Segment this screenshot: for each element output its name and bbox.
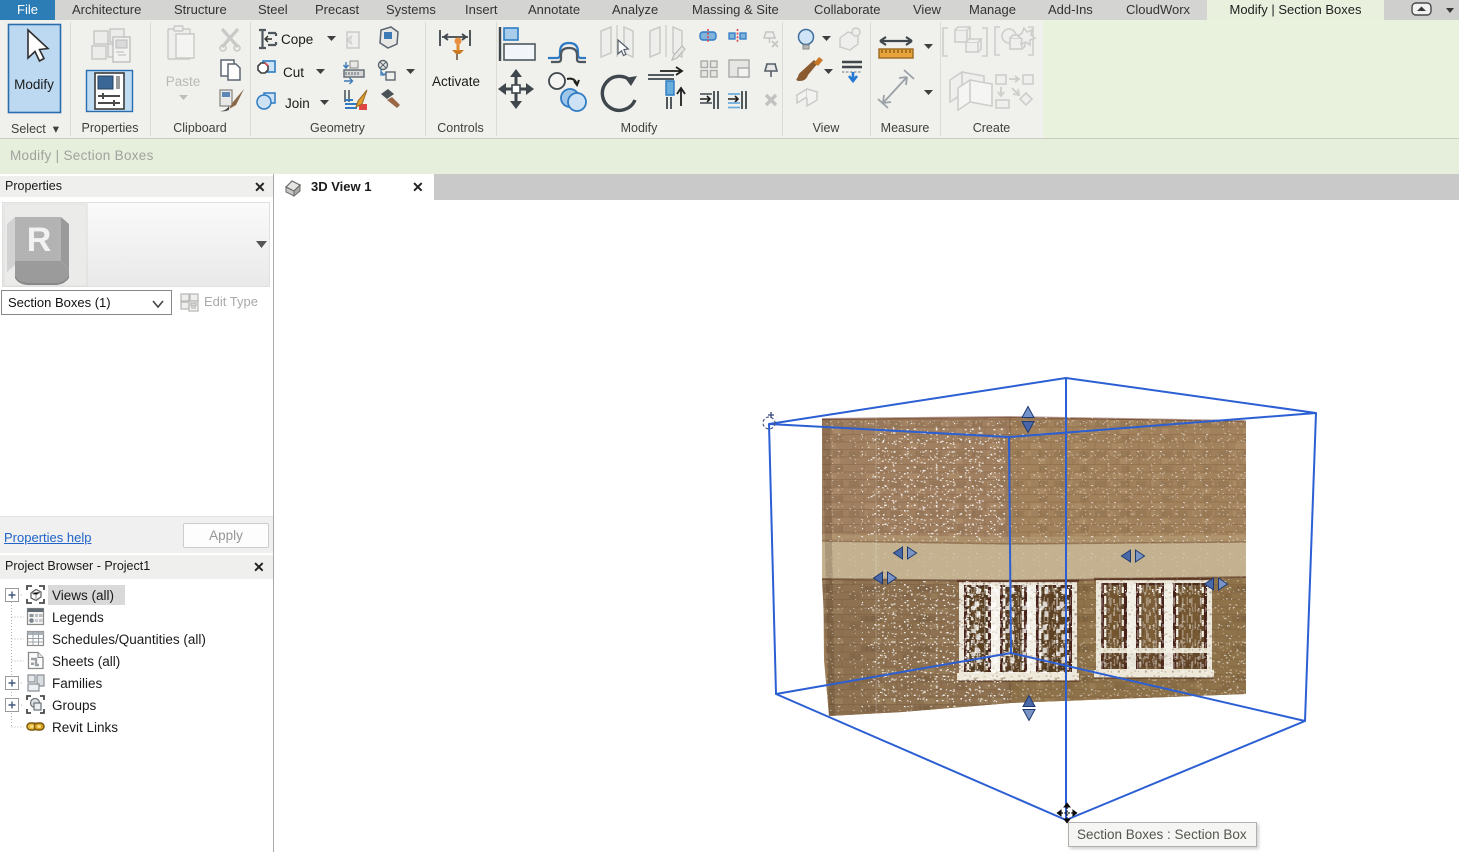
svg-text:R: R bbox=[27, 221, 52, 259]
svg-text:Revit Links: Revit Links bbox=[52, 720, 118, 735]
svg-text:Views (all): Views (all) bbox=[52, 588, 114, 603]
svg-text:Activate: Activate bbox=[432, 74, 480, 89]
svg-text:Cope: Cope bbox=[281, 32, 313, 47]
svg-text:Cut: Cut bbox=[283, 65, 304, 80]
svg-text:Join: Join bbox=[285, 96, 310, 111]
svg-text:Legends: Legends bbox=[52, 610, 104, 625]
svg-text:Schedules/Quantities (all): Schedules/Quantities (all) bbox=[52, 632, 206, 647]
svg-text:Sheets (all): Sheets (all) bbox=[52, 654, 120, 669]
svg-text:Groups: Groups bbox=[52, 698, 97, 713]
svg-text:Paste: Paste bbox=[166, 74, 201, 89]
svg-text:Families: Families bbox=[52, 676, 103, 691]
svg-text:Modify: Modify bbox=[14, 77, 54, 92]
